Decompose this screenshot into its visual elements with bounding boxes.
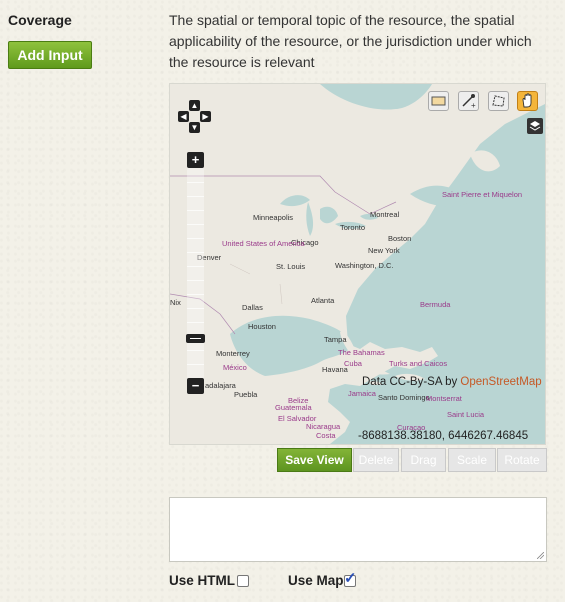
pan-right-icon[interactable]: ▶ bbox=[200, 111, 211, 122]
map-city-label: Minneapolis bbox=[253, 213, 294, 222]
map-city-label: Houston bbox=[248, 322, 276, 331]
map-city-label: Boston bbox=[388, 234, 412, 243]
drag-button[interactable]: Drag bbox=[401, 448, 446, 472]
draw-box-icon[interactable] bbox=[428, 91, 449, 111]
pan-hand-icon[interactable] bbox=[517, 91, 538, 111]
map-city-label: adalajara bbox=[205, 381, 236, 390]
map-region-label: Jamaica bbox=[348, 389, 376, 398]
map-region-label: Nicaragua bbox=[306, 422, 341, 431]
map-region-label: México bbox=[223, 363, 247, 372]
zoom-slider-handle[interactable] bbox=[186, 334, 205, 343]
map-region-label: The Bahamas bbox=[338, 348, 385, 357]
map-city-label: Puebla bbox=[234, 390, 258, 399]
map-region-label: Saint Lucia bbox=[447, 410, 485, 419]
pan-up-icon[interactable]: ▲ bbox=[189, 100, 200, 111]
map-city-label: Santo Domingo bbox=[378, 393, 430, 402]
zoom-slider-track[interactable] bbox=[187, 168, 204, 380]
layers-icon[interactable] bbox=[527, 118, 543, 134]
use-map-check-icon: ✓ bbox=[344, 570, 357, 587]
field-description: The spatial or temporal topic of the res… bbox=[169, 12, 532, 70]
map-city-label: New York bbox=[368, 246, 400, 255]
map-region-label: Bermuda bbox=[420, 300, 451, 309]
map-city-label: Monterrey bbox=[216, 349, 250, 358]
scale-button[interactable]: Scale bbox=[448, 448, 496, 472]
use-html-checkbox[interactable] bbox=[237, 575, 249, 587]
map-city-label: Tampa bbox=[324, 335, 347, 344]
map-attribution: Data CC-By-SA by OpenStreetMap bbox=[362, 376, 542, 388]
map-city-label: Dallas bbox=[242, 303, 263, 312]
map-city-label: Nix bbox=[170, 298, 181, 307]
add-input-button[interactable]: Add Input bbox=[8, 41, 92, 69]
svg-text:+: + bbox=[471, 101, 476, 110]
map-city-label: Atlanta bbox=[311, 296, 335, 305]
pan-control[interactable]: ▲ ◀ ▶ ▼ bbox=[178, 100, 212, 133]
map-region-label: Turks and Caicos bbox=[389, 359, 448, 368]
save-view-button[interactable]: Save View bbox=[277, 448, 352, 472]
rotate-button[interactable]: Rotate bbox=[497, 448, 547, 472]
delete-button[interactable]: Delete bbox=[353, 448, 399, 472]
map-view[interactable]: Saint Pierre et Miquelon Minneapolis Tor… bbox=[169, 83, 546, 445]
coverage-textarea[interactable] bbox=[169, 497, 547, 562]
pan-down-icon[interactable]: ▼ bbox=[189, 122, 200, 133]
attribution-text: Data CC-By-SA by bbox=[362, 376, 461, 388]
zoom-in-button[interactable]: + bbox=[187, 152, 204, 168]
use-map-label: Use Map bbox=[288, 573, 344, 588]
map-city-label: Montreal bbox=[370, 210, 400, 219]
zoom-out-button[interactable]: − bbox=[187, 378, 204, 394]
map-region-label: Costa bbox=[316, 431, 336, 440]
mouse-coordinates: -8688138.38180, 6446267.46845 bbox=[358, 430, 529, 442]
draw-point-icon[interactable]: + bbox=[458, 91, 479, 111]
map-region-label: Saint Pierre et Miquelon bbox=[442, 190, 523, 199]
use-html-label: Use HTML bbox=[169, 573, 236, 588]
resize-grip-icon[interactable] bbox=[537, 552, 544, 559]
map-city-label: Washington, D.C. bbox=[335, 261, 394, 270]
draw-polygon-icon[interactable] bbox=[488, 91, 509, 111]
map-city-label: Havana bbox=[322, 365, 348, 374]
map-city-label: Toronto bbox=[340, 223, 366, 232]
pan-left-icon[interactable]: ◀ bbox=[178, 111, 189, 122]
map-region-label: Montserrat bbox=[426, 394, 462, 403]
map-region-label: Guatemala bbox=[275, 403, 312, 412]
openstreetmap-link[interactable]: OpenStreetMap bbox=[460, 376, 541, 388]
map-region-label: United States of America bbox=[222, 240, 305, 248]
map-city-label: St. Louis bbox=[276, 262, 306, 271]
coverage-label: Coverage bbox=[8, 12, 72, 28]
